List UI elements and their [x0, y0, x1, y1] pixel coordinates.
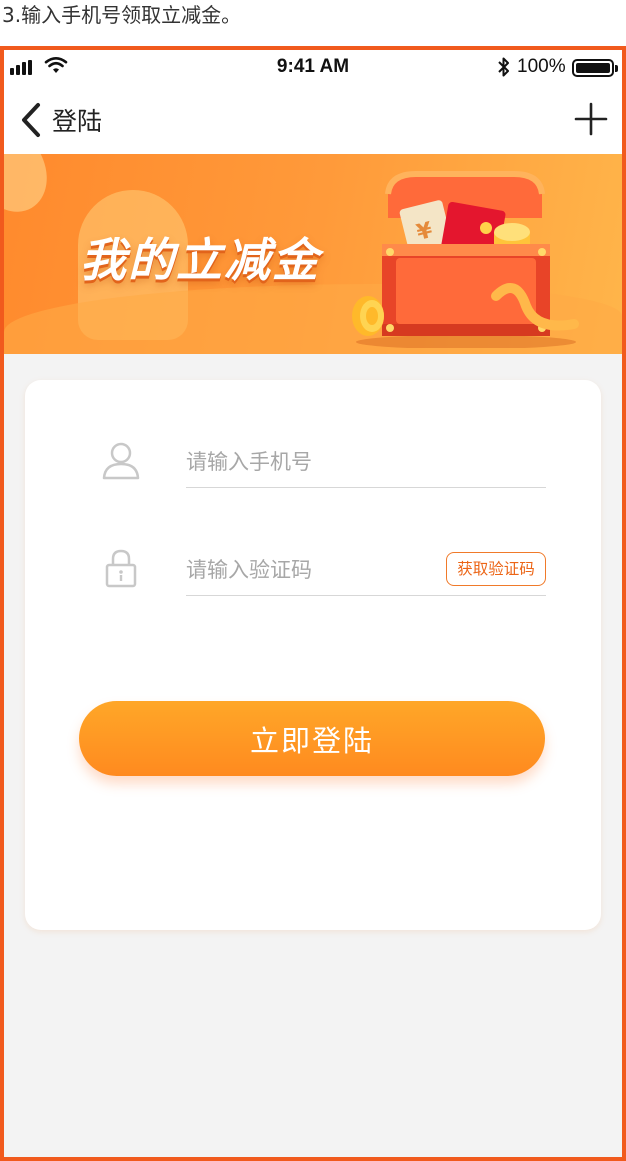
- login-button[interactable]: 立即登陆: [79, 701, 545, 776]
- code-field-row: 获取验证码: [186, 548, 546, 596]
- lock-icon: [105, 549, 137, 588]
- verification-code-input[interactable]: [186, 548, 436, 592]
- nav-bar: 登陆: [4, 86, 622, 154]
- battery-icon: [572, 59, 618, 77]
- page-title: 登陆: [52, 107, 103, 136]
- page-caption: 3.输入手机号领取立减金。: [2, 3, 242, 27]
- login-card: 获取验证码 立即登陆: [25, 380, 601, 930]
- treasure-chest-icon: ¥: [352, 171, 579, 348]
- battery-percent: 100%: [517, 56, 566, 77]
- phone-field-row: [186, 440, 546, 488]
- banner-title: 我的立减金: [80, 233, 320, 287]
- bluetooth-icon: [498, 57, 509, 77]
- promo-banner: 我的立减金 ¥: [4, 154, 622, 354]
- plus-icon[interactable]: [574, 102, 608, 136]
- phone-input[interactable]: [186, 440, 436, 484]
- user-icon: [102, 442, 140, 480]
- phone-frame: 9:41 AM 100% 登陆 我的立减金 ¥ 请输入手机号 请输入验证码 获取…: [0, 46, 626, 1161]
- get-code-button[interactable]: 获取验证码: [446, 552, 546, 586]
- status-bar: 9:41 AM 100%: [4, 50, 622, 86]
- back-chevron-icon[interactable]: [18, 102, 44, 138]
